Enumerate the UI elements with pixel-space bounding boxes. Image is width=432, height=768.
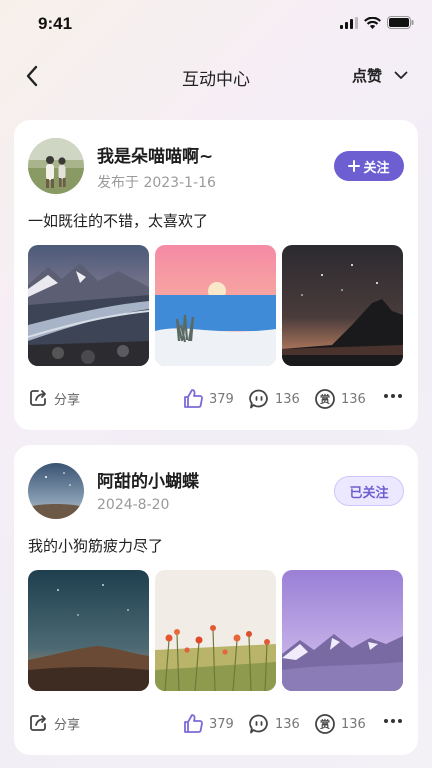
share-button[interactable]: 分享 bbox=[28, 713, 80, 733]
share-icon bbox=[30, 715, 46, 731]
action-bar: 分享 379 136 赏 136 bbox=[28, 388, 404, 410]
avatar[interactable] bbox=[28, 463, 84, 519]
post-photo[interactable] bbox=[28, 245, 149, 366]
thumbs-up-icon bbox=[184, 389, 203, 408]
post-text: 一如既往的不错，太喜欢了 bbox=[28, 212, 209, 230]
post-photo[interactable] bbox=[28, 570, 149, 691]
filter-label: 点赞 bbox=[351, 67, 382, 85]
photo-row bbox=[28, 570, 403, 691]
battery-icon bbox=[387, 16, 414, 29]
post-photo[interactable] bbox=[155, 245, 276, 366]
username[interactable]: 我是朵喵喵啊~ bbox=[97, 142, 213, 167]
status-icons bbox=[340, 16, 414, 29]
follow-label: 关注 bbox=[363, 160, 390, 176]
reward-button[interactable]: 赏 136 bbox=[314, 388, 366, 410]
post-date: 2024-8-20 bbox=[97, 497, 170, 513]
like-button[interactable]: 379 bbox=[182, 388, 234, 410]
post-card: 阿甜的小蝴蝶 2024-8-20 已关注 我的小狗筋疲力尽了 分享 379 13… bbox=[14, 445, 418, 755]
more-icon[interactable] bbox=[384, 719, 402, 723]
post-card: 我是朵喵喵啊~ 发布于 2023-1-16 关注 一如既往的不错，太喜欢了 分享… bbox=[14, 120, 418, 430]
nav-bar: 互动中心 点赞 bbox=[0, 52, 432, 100]
photo-row bbox=[28, 245, 403, 366]
share-label: 分享 bbox=[54, 717, 81, 733]
status-bar: 9:41 bbox=[0, 0, 432, 50]
username[interactable]: 阿甜的小蝴蝶 bbox=[97, 467, 199, 492]
share-button[interactable]: 分享 bbox=[28, 388, 80, 408]
reward-count: 136 bbox=[341, 716, 366, 732]
comment-button[interactable]: 136 bbox=[248, 713, 300, 735]
signal-icon bbox=[340, 16, 358, 29]
avatar[interactable] bbox=[28, 138, 84, 194]
followed-button[interactable]: 已关注 bbox=[334, 476, 404, 506]
action-bar: 分享 379 136 赏 136 bbox=[28, 713, 404, 735]
reward-icon: 赏 bbox=[315, 714, 335, 734]
more-icon[interactable] bbox=[384, 394, 402, 398]
follow-label: 已关注 bbox=[349, 485, 389, 501]
chevron-down-icon bbox=[394, 71, 408, 79]
svg-text:赏: 赏 bbox=[320, 393, 330, 406]
share-label: 分享 bbox=[54, 392, 81, 408]
svg-text:赏: 赏 bbox=[320, 718, 330, 731]
plus-icon bbox=[348, 160, 361, 172]
comment-button[interactable]: 136 bbox=[248, 388, 300, 410]
filter-dropdown[interactable]: 点赞 bbox=[352, 65, 408, 86]
reward-icon: 赏 bbox=[315, 389, 335, 409]
thumbs-up-icon bbox=[184, 714, 203, 733]
comment-count: 136 bbox=[275, 391, 300, 407]
like-count: 379 bbox=[209, 716, 234, 732]
comment-icon bbox=[249, 714, 268, 734]
post-photo[interactable] bbox=[155, 570, 276, 691]
post-text: 我的小狗筋疲力尽了 bbox=[28, 537, 164, 555]
reward-count: 136 bbox=[341, 391, 366, 407]
like-count: 379 bbox=[209, 391, 234, 407]
post-photo[interactable] bbox=[282, 570, 403, 691]
like-button[interactable]: 379 bbox=[182, 713, 234, 735]
post-date: 发布于 2023-1-16 bbox=[97, 175, 216, 191]
reward-button[interactable]: 赏 136 bbox=[314, 713, 366, 735]
comment-count: 136 bbox=[275, 716, 300, 732]
comment-icon bbox=[249, 389, 268, 409]
follow-button[interactable]: 关注 bbox=[334, 151, 404, 181]
status-time: 9:41 bbox=[38, 14, 73, 33]
wifi-icon bbox=[364, 16, 381, 29]
share-icon bbox=[30, 390, 46, 406]
post-photo[interactable] bbox=[282, 245, 403, 366]
